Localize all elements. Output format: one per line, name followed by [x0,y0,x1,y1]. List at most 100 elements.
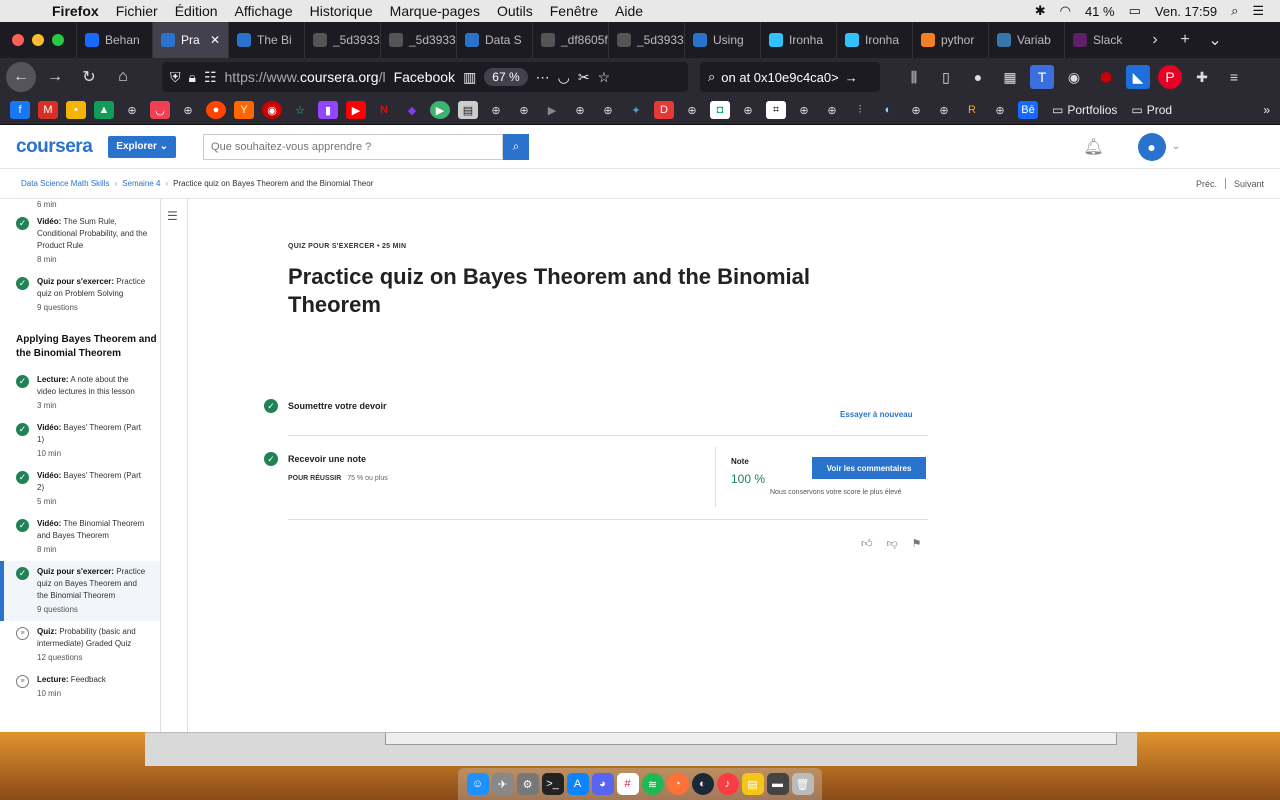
sidebar-item[interactable]: ✓ Quiz pour s'exercer: Practice quiz on B… [0,561,160,621]
wifi-icon[interactable]: ◠ [1060,3,1071,19]
system-preferences-icon[interactable]: ⚙ [516,773,539,795]
bookmark-pocket-icon[interactable]: ◡ [150,101,170,119]
bookmark-folder-prod[interactable]: ▭ Prod [1131,103,1172,117]
flag-icon[interactable]: ⚑ [912,537,922,550]
bookmark-globe-icon[interactable]: ⊕ [486,101,506,119]
url-text[interactable]: https://www.coursera.org/l [225,69,386,85]
bookmark-globe-icon[interactable]: ⊕ [990,101,1010,119]
thumbs-up-icon[interactable]: 👍︎ [861,537,873,550]
sidebar-item[interactable]: ✓ Vidéo: Bayes' Theorem (Part 1) 10 min [0,417,160,465]
menu-edition[interactable]: Édition [175,3,218,19]
bookmark-reddit-icon[interactable]: ● [206,101,226,119]
breadcrumb-week[interactable]: Semaine 4 [122,179,160,188]
tab-11[interactable]: pythor [912,22,988,58]
tab-9[interactable]: Ironha [760,22,836,58]
music-icon[interactable]: ♪ [716,773,739,795]
chevron-right-icon[interactable]: › [1140,22,1170,58]
menu-fichier[interactable]: Fichier [116,3,158,19]
bookmark-qr-icon[interactable]: ⌗ [766,101,786,119]
next-button[interactable]: Suivant [1234,179,1264,189]
menu-hamburger-icon[interactable]: ≡ [1222,65,1246,89]
view-feedback-button[interactable]: Voir les commentaires [812,457,926,479]
sidebar-item[interactable]: ≡ Quiz: Probability (basic and intermedia… [0,621,160,669]
bookmark-r-icon[interactable]: R [962,101,982,119]
bookmark-hackernews-icon[interactable]: Y [234,101,254,119]
url-bar[interactable]: ⛨ 🔒︎ ☷ https://www.coursera.org/l Facebo… [162,62,688,92]
zoom-window-button[interactable] [52,34,64,46]
spotify-icon[interactable]: ≋ [641,773,664,795]
lock-icon[interactable]: 🔒︎ [189,69,196,86]
bookmark-star-icon[interactable]: ☆ [598,69,611,86]
tab-12[interactable]: Variab [988,22,1064,58]
menu-affichage[interactable]: Affichage [235,3,293,19]
battery-icon[interactable]: ▭ [1129,3,1141,19]
pinterest-icon[interactable]: P [1158,65,1182,89]
bookmark-globe-icon[interactable]: ⊕ [178,101,198,119]
tab-4[interactable]: _5d3933c [380,22,456,58]
bookmark-d-icon[interactable]: D [654,101,674,119]
reload-button[interactable]: ↻ [74,62,104,92]
tab-5[interactable]: Data S [456,22,532,58]
bookmark-twitch-icon[interactable]: ▮ [318,101,338,119]
discord-icon[interactable]: ◕ [591,773,614,795]
reader-view-icon[interactable]: ▥ [463,69,476,86]
bookmarks-overflow-icon[interactable]: » [1263,103,1270,117]
bookmark-green-box-icon[interactable]: ◘ [710,101,730,119]
back-button[interactable]: ← [6,62,36,92]
menu-fenetre[interactable]: Fenêtre [550,3,598,19]
close-window-button[interactable] [12,34,24,46]
extension-puzzle-icon[interactable]: ✚ [1190,65,1214,89]
bookmark-globe-icon[interactable]: ⊕ [598,101,618,119]
bookmark-play-icon[interactable]: ▶ [430,101,450,119]
bluetooth-icon[interactable]: ✱ [1035,3,1046,19]
bookmark-news-icon[interactable]: ▤ [458,101,478,119]
list-icon[interactable]: ☰ [167,209,187,223]
search-input[interactable] [203,133,504,160]
bookmark-facebook-icon[interactable]: f [10,101,30,119]
battery-percent[interactable]: 41 % [1085,4,1115,19]
briefcase-icon[interactable]: ▬ [766,773,789,795]
trash-icon[interactable]: 🗑︎ [791,773,814,795]
notification-bell-icon[interactable]: 🔔︎ [1083,137,1103,157]
sidebar-item[interactable]: ✓ Lecture: A note about the video lecture… [0,369,160,417]
explore-button[interactable]: Explorer ⌄ [108,135,177,158]
tab-8[interactable]: Using [684,22,760,58]
tab-13[interactable]: Slack [1064,22,1140,58]
library-icon[interactable]: ⫼ [902,65,926,89]
steam-icon[interactable]: ◐ [691,773,714,795]
bookmark-globe-icon[interactable]: ⊕ [822,101,842,119]
bookmark-netflix-icon[interactable]: N [374,101,394,119]
minimize-window-button[interactable] [32,34,44,46]
translate-icon[interactable]: T [1030,65,1054,89]
extension-owl-icon[interactable]: ◉ [1062,65,1086,89]
menu-aide[interactable]: Aide [615,3,643,19]
close-tab-icon[interactable]: ✕ [210,33,220,47]
menu-marque-pages[interactable]: Marque-pages [390,3,480,19]
tab-2[interactable]: The Bi [228,22,304,58]
notes-icon[interactable]: ▤ [741,773,764,795]
bookmark-globe-icon[interactable]: ⊕ [906,101,926,119]
slack-icon[interactable]: # [616,773,639,795]
spotlight-search-icon[interactable]: ⌕ [1231,3,1238,19]
zoom-level[interactable]: 67 % [484,68,528,86]
bookmark-purple-icon[interactable]: ◆ [402,101,422,119]
bookmark-globe-icon[interactable]: ⊕ [514,101,534,119]
terminal-icon[interactable]: >_ [541,773,564,795]
launchpad-icon[interactable]: ✈ [491,773,514,795]
tab-1[interactable]: Pra ✕ [152,22,228,58]
tab-10[interactable]: Ironha [836,22,912,58]
menubar-clock[interactable]: Ven. 17:59 [1155,4,1217,19]
prev-button[interactable]: Préc. [1196,179,1217,189]
bookmark-globe-icon[interactable]: ⊕ [934,101,954,119]
sidebar-item[interactable]: ✓ Quiz pour s'exercer: Practice quiz on P… [0,271,160,319]
bookmark-red-icon[interactable]: ◉ [262,101,282,119]
bookmark-behance-icon[interactable]: Bē [1018,101,1038,119]
screenshot-icon[interactable]: ✂ [578,69,590,86]
arrow-right-icon[interactable]: → [845,70,858,85]
tab-0[interactable]: Behan [76,22,152,58]
tab-6[interactable]: _df8605f2 [532,22,608,58]
search-bar[interactable]: ⌕ on at 0x10e9c4ca0> → [700,62,880,92]
bookmark-globe-icon[interactable]: ⊕ [738,101,758,119]
bookmark-steam-icon[interactable]: ◐ [878,101,898,119]
bookmark-triangle-icon[interactable]: ▶ [542,101,562,119]
